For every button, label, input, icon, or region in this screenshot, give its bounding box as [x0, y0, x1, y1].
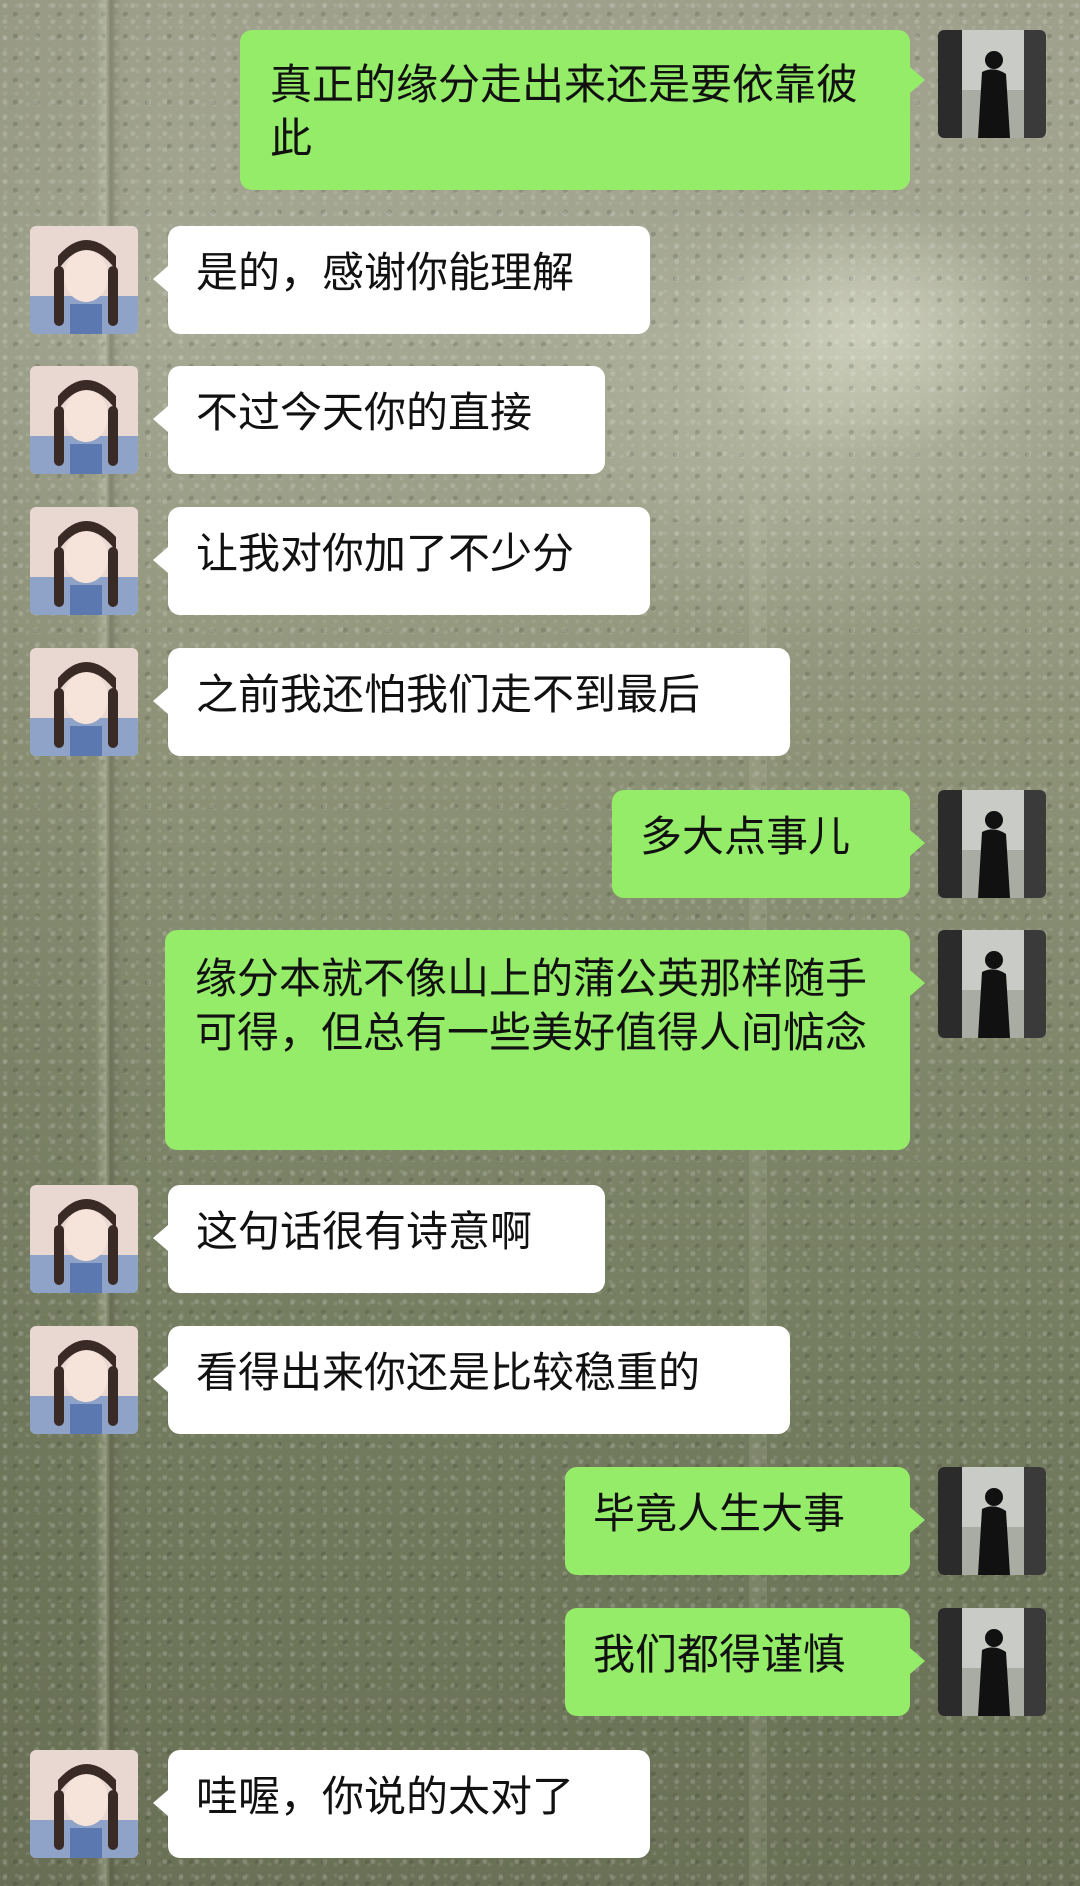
- outgoing-bubble-tail: [910, 830, 925, 856]
- incoming-bubble-tail: [153, 1366, 168, 1392]
- incoming-bubble-tail: [153, 1790, 168, 1816]
- outgoing-bubble[interactable]: 真正的缘分走出来还是要依靠彼此: [240, 30, 910, 190]
- outgoing-avatar-icon[interactable]: [938, 1467, 1046, 1575]
- incoming-bubble-tail: [153, 266, 168, 292]
- incoming-bubble[interactable]: 不过今天你的直接: [168, 366, 605, 474]
- incoming-avatar-icon[interactable]: [30, 1326, 138, 1434]
- incoming-avatar-icon[interactable]: [30, 648, 138, 756]
- outgoing-bubble-tail: [910, 67, 925, 93]
- incoming-bubble[interactable]: 这句话很有诗意啊: [168, 1185, 605, 1293]
- outgoing-avatar-icon[interactable]: [938, 1608, 1046, 1716]
- incoming-bubble[interactable]: 看得出来你还是比较稳重的: [168, 1326, 790, 1434]
- outgoing-bubble[interactable]: 缘分本就不像山上的蒲公英那样随手可得，但总有一些美好值得人间惦念: [165, 930, 910, 1150]
- outgoing-bubble[interactable]: 我们都得谨慎: [565, 1608, 910, 1716]
- incoming-bubble[interactable]: 是的，感谢你能理解: [168, 226, 650, 334]
- incoming-bubble[interactable]: 让我对你加了不少分: [168, 507, 650, 615]
- incoming-bubble[interactable]: 之前我还怕我们走不到最后: [168, 648, 790, 756]
- incoming-bubble-tail: [153, 547, 168, 573]
- incoming-bubble-tail: [153, 406, 168, 432]
- outgoing-bubble[interactable]: 多大点事儿: [612, 790, 910, 898]
- incoming-bubble-tail: [153, 688, 168, 714]
- outgoing-bubble-tail: [910, 1648, 925, 1674]
- outgoing-bubble-tail: [910, 1507, 925, 1533]
- incoming-avatar-icon[interactable]: [30, 366, 138, 474]
- incoming-avatar-icon[interactable]: [30, 507, 138, 615]
- outgoing-bubble[interactable]: 毕竟人生大事: [565, 1467, 910, 1575]
- incoming-avatar-icon[interactable]: [30, 226, 138, 334]
- outgoing-bubble-tail: [910, 970, 925, 996]
- incoming-bubble[interactable]: 哇喔，你说的太对了: [168, 1750, 650, 1858]
- incoming-bubble-tail: [153, 1225, 168, 1251]
- outgoing-avatar-icon[interactable]: [938, 790, 1046, 898]
- incoming-avatar-icon[interactable]: [30, 1185, 138, 1293]
- outgoing-avatar-icon[interactable]: [938, 30, 1046, 138]
- outgoing-avatar-icon[interactable]: [938, 930, 1046, 1038]
- incoming-avatar-icon[interactable]: [30, 1750, 138, 1858]
